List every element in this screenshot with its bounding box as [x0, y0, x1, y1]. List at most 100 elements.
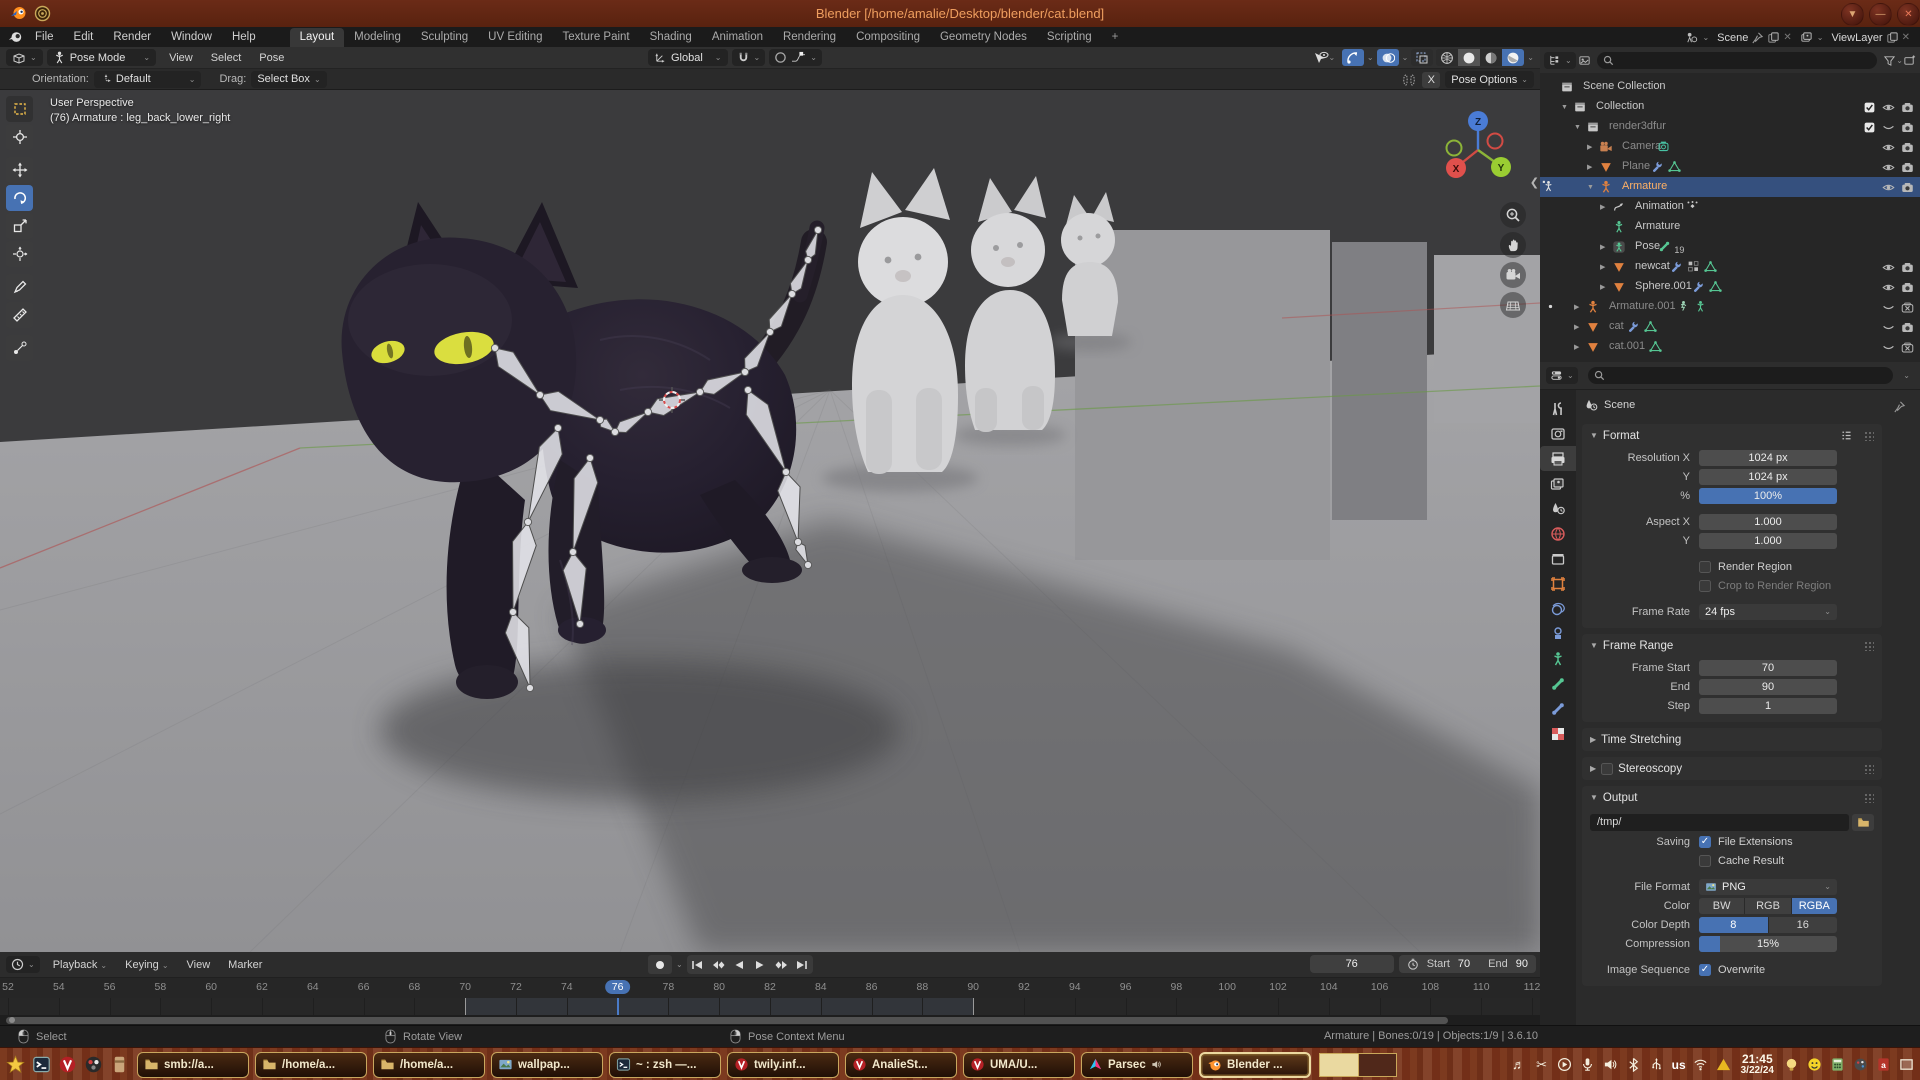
eye-toggle[interactable] [1882, 261, 1895, 274]
tray-scissors-icon[interactable]: ✂ [1534, 1057, 1550, 1073]
editor-type-selector[interactable]: ⌄ [6, 49, 43, 66]
pose-options-dropdown[interactable]: Pose Options ⌄ [1445, 71, 1534, 88]
play-reverse-button[interactable] [729, 955, 750, 974]
taskbar-window--home-a-[interactable]: /home/a... [373, 1052, 485, 1078]
launcher-star-icon[interactable] [6, 1055, 25, 1074]
eyeclosed-toggle[interactable] [1882, 301, 1895, 314]
eyeclosed-toggle[interactable] [1882, 321, 1895, 334]
taskbar-window-analiest-[interactable]: AnalieSt... [845, 1052, 957, 1078]
value-field[interactable]: 1 [1699, 698, 1837, 714]
drag-select-box-dropdown[interactable]: Select Box ⌄ [251, 71, 326, 88]
minimize-button[interactable]: — [1869, 3, 1892, 26]
checkbox[interactable] [1699, 580, 1711, 592]
tool-measure[interactable] [6, 302, 33, 328]
menu-help[interactable]: Help [222, 28, 266, 47]
outliner-row-collection[interactable]: ▼Collection [1540, 97, 1920, 117]
outliner-row-cat[interactable]: ▶cat [1540, 317, 1920, 337]
outliner-row-cat-001[interactable]: ▶cat.001 [1540, 337, 1920, 357]
tray-play-icon[interactable] [1557, 1057, 1573, 1073]
launcher-terminal-icon[interactable] [32, 1055, 51, 1074]
proportional-editing-toggle[interactable]: ⌄ [769, 49, 822, 66]
properties-tab-object[interactable] [1540, 571, 1576, 596]
pin-id-icon[interactable] [1893, 400, 1906, 413]
properties-search-input[interactable] [1588, 367, 1894, 384]
mode-selector[interactable]: Pose Mode ⌄ [47, 49, 156, 66]
new-scene-icon[interactable] [1767, 31, 1780, 44]
camera-toggle[interactable] [1901, 161, 1914, 174]
solid-shading-button[interactable] [1458, 49, 1480, 66]
eyeclosed-toggle[interactable] [1882, 121, 1895, 134]
outliner-row-armature[interactable]: Armature [1540, 217, 1920, 237]
segment-bw[interactable]: BW [1699, 898, 1745, 914]
tray-calculator-icon[interactable] [1829, 1057, 1845, 1073]
current-frame-field[interactable]: 76 [1310, 955, 1394, 973]
close-button[interactable]: ✕ [1897, 3, 1920, 26]
value-field[interactable]: 1024 px [1699, 450, 1837, 466]
scene-icon[interactable] [1685, 31, 1698, 44]
drag-dots-icon[interactable] [1864, 431, 1874, 441]
camera-toggle[interactable] [1901, 101, 1914, 114]
value-slider[interactable]: 15% [1699, 936, 1837, 952]
panel-checkbox[interactable] [1601, 763, 1613, 775]
outliner-row-camera[interactable]: ▶Camera [1540, 137, 1920, 157]
taskbar-window-parsec[interactable]: Parsec [1081, 1052, 1193, 1078]
material-shading-button[interactable] [1480, 49, 1502, 66]
eye-toggle[interactable] [1882, 161, 1895, 174]
camera-toggle[interactable] [1901, 281, 1914, 294]
properties-tab-collection[interactable] [1540, 546, 1576, 571]
timeline-ruler[interactable]: 5254565860626466687072747678808284868890… [0, 978, 1540, 998]
zoom-button[interactable] [1500, 202, 1526, 228]
tool-rotate[interactable] [6, 185, 33, 211]
camera-toggle[interactable] [1901, 141, 1914, 154]
value-field[interactable]: 1.000 [1699, 514, 1837, 530]
tool-extra[interactable] [6, 335, 33, 361]
viewlayer-icon[interactable] [1800, 31, 1813, 44]
workspace-1[interactable] [1320, 1054, 1358, 1076]
select-menu[interactable]: Select [202, 52, 251, 64]
outliner-row-armature[interactable]: ▼Armature [1540, 177, 1920, 197]
xray-toggle[interactable] [1411, 49, 1433, 66]
eye-toggle[interactable] [1882, 101, 1895, 114]
tray-smiley-icon[interactable] [1806, 1057, 1822, 1073]
tab-shading[interactable]: Shading [640, 28, 702, 47]
taskbar-window-wallpap-[interactable]: wallpap... [491, 1052, 603, 1078]
expand-arrow[interactable]: ▶ [1600, 203, 1605, 211]
drag-dots-icon[interactable] [1864, 764, 1874, 774]
camera-toggle[interactable] [1901, 121, 1914, 134]
tool-scale[interactable] [6, 213, 33, 239]
blender-menu-icon[interactable] [8, 30, 23, 45]
3d-viewport[interactable]: User Perspective (76) Armature : leg_bac… [0, 90, 1540, 952]
tab-scripting[interactable]: Scripting [1037, 28, 1102, 47]
expand-arrow[interactable]: ▶ [1587, 163, 1592, 171]
timeline-view-menu[interactable]: View [178, 959, 220, 971]
keyboard-layout-indicator[interactable]: us [1672, 1058, 1686, 1072]
outliner-display-icon[interactable] [1578, 54, 1591, 67]
panel-header[interactable]: ▼Output [1582, 786, 1882, 809]
properties-options-dropdown[interactable]: ⌄ [1903, 371, 1910, 380]
new-collection-icon[interactable] [1903, 54, 1916, 67]
selectability-dropdown[interactable]: ⌄ [1309, 49, 1339, 66]
pin-icon[interactable] [1751, 31, 1764, 44]
expand-arrow[interactable]: ▶ [1574, 323, 1579, 331]
filter-icon[interactable] [1883, 54, 1896, 67]
add-workspace-button[interactable]: + [1102, 28, 1129, 47]
presets-icon[interactable] [1840, 429, 1853, 442]
camera-toggle[interactable] [1901, 321, 1914, 334]
outliner-row-pose[interactable]: ▶Pose19 [1540, 237, 1920, 257]
play-button[interactable] [750, 955, 771, 974]
properties-tab-bone[interactable] [1540, 671, 1576, 696]
checkbox[interactable] [1699, 561, 1711, 573]
segment-rgba[interactable]: RGBA [1792, 898, 1837, 914]
expand-arrow[interactable]: ▶ [1574, 303, 1579, 311]
properties-tab-tool[interactable] [1540, 396, 1576, 421]
tab-rendering[interactable]: Rendering [773, 28, 846, 47]
tool-move[interactable] [6, 157, 33, 183]
properties-tab-output[interactable] [1540, 446, 1576, 471]
menu-edit[interactable]: Edit [64, 28, 104, 47]
outliner-row-animation[interactable]: ▶Animation [1540, 197, 1920, 217]
dropdown[interactable]: PNG⌄ [1699, 879, 1837, 895]
taskbar-window-uma-u-[interactable]: UMA/U... [963, 1052, 1075, 1078]
gizmos-toggle[interactable] [1342, 49, 1364, 66]
tool-annotate[interactable] [6, 274, 33, 300]
properties-tab-view-layer[interactable] [1540, 471, 1576, 496]
